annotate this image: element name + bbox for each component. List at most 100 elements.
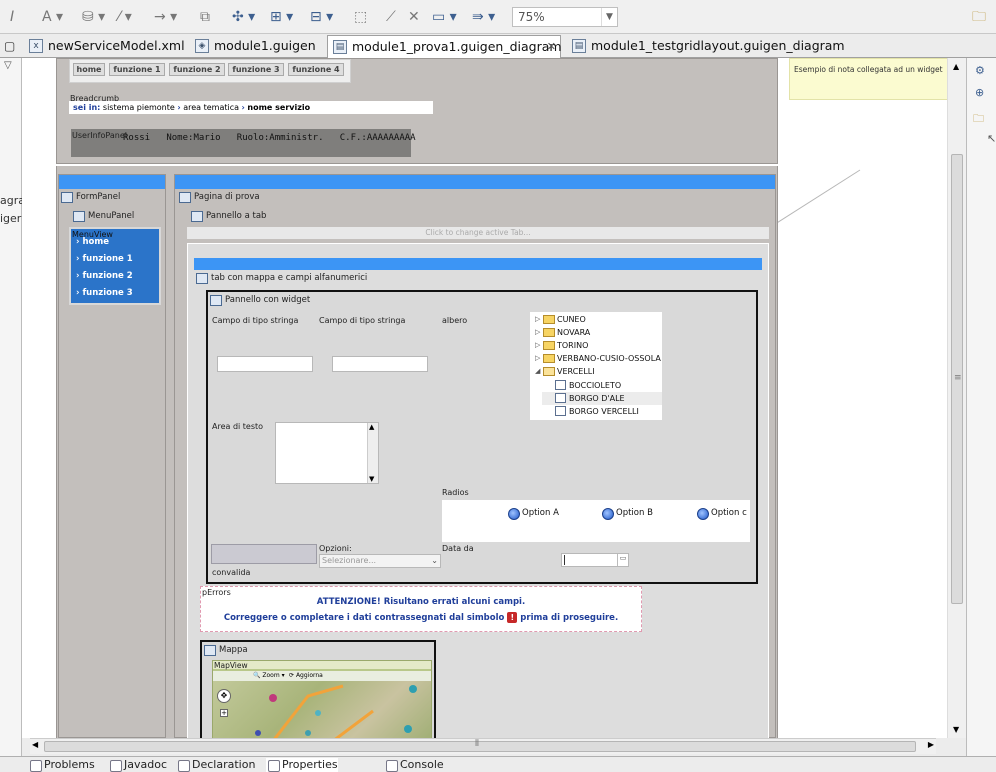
tab-javadoc[interactable]: Javadoc — [108, 758, 167, 772]
line-style-icon[interactable]: → ▾ — [154, 8, 177, 26]
convalida-button[interactable] — [211, 544, 317, 564]
map-panel[interactable]: Mappa MapView 🔍 Zoom ▾ ⟳ Aggiorna ✥ + — [200, 640, 436, 738]
tab-properties[interactable]: Properties — [266, 758, 338, 772]
connector-icon[interactable]: ✕ — [408, 8, 420, 26]
scroll-down-icon[interactable]: ▼ — [953, 725, 959, 734]
note[interactable]: Esempio di nota collegata ad un widget — [789, 58, 949, 100]
textarea-scrollbar[interactable]: ▲ ▼ — [367, 423, 378, 483]
menu-view[interactable]: MenuView › home › funzione 1 › funzione … — [69, 227, 161, 305]
radio-option-c[interactable]: Option c — [697, 507, 747, 520]
font-icon[interactable]: A ▾ — [42, 8, 63, 26]
widget-panel[interactable]: Pannello con widget Campo di tipo string… — [206, 290, 758, 584]
folder-icon[interactable]: 🗀 — [972, 8, 986, 26]
minimize-icon[interactable]: ▢ — [4, 37, 15, 55]
breadcrumb-item[interactable]: area tematica — [183, 103, 239, 112]
breadcrumb-item[interactable]: sistema piemonte — [103, 103, 175, 112]
tab-module1-prova1[interactable]: ▤ module1_prova1.guigen_diagram ✕ — [327, 35, 562, 59]
chevron-down-icon[interactable]: ⌄ — [431, 556, 438, 565]
user-info-panel[interactable]: UserInfoPanel Rossi Nome:Mario Ruolo:Amm… — [71, 129, 416, 157]
scroll-right-icon[interactable]: ▶ — [928, 740, 934, 749]
calendar-icon[interactable]: ▭ — [617, 554, 628, 566]
radio-option-b[interactable]: Option B — [602, 507, 653, 520]
vertical-scrollbar[interactable]: ▲ ≡ ▼ — [947, 58, 966, 738]
scroll-left-icon[interactable]: ◀ — [32, 740, 38, 749]
line-color-icon[interactable]: ⁄ ▾ — [118, 8, 132, 26]
grid-icon[interactable]: ▭ ▾ — [432, 8, 457, 26]
map-view[interactable]: MapView 🔍 Zoom ▾ ⟳ Aggiorna ✥ + — [212, 660, 432, 738]
menu-item-funzione-3[interactable]: › funzione 3 — [76, 286, 133, 300]
nav-funzione-2[interactable]: funzione 2 — [169, 63, 225, 76]
zoom-button[interactable]: 🔍 Zoom ▾ — [253, 671, 285, 681]
zoom-in-icon[interactable]: + — [220, 709, 228, 717]
expand-icon[interactable]: ▷ — [535, 352, 540, 365]
tree-leaf[interactable]: BORGO VERCELLI — [542, 405, 662, 418]
grip-icon: ≡ — [954, 373, 962, 383]
tab-newservicemodel[interactable]: x newServiceModel.xml — [24, 35, 190, 58]
italic-icon[interactable]: I — [10, 8, 14, 26]
textarea[interactable]: ▲ ▼ — [275, 422, 379, 484]
collapse-icon[interactable]: ◢ — [535, 365, 540, 378]
select-icon[interactable]: ⇛ ▾ — [472, 8, 495, 26]
scroll-up-icon[interactable]: ▲ — [369, 423, 374, 431]
tab-switcher[interactable]: Click to change active Tab... — [187, 227, 769, 239]
scroll-up-icon[interactable]: ▲ — [953, 62, 959, 71]
tree-node[interactable]: ◢ VERCELLI — [530, 365, 662, 378]
diagram-canvas[interactable]: home funzione 1 funzione 2 funzione 3 fu… — [22, 58, 966, 738]
close-icon[interactable]: ✕ — [547, 36, 556, 57]
scroll-thumb[interactable]: ⦀ — [44, 739, 916, 752]
align-icon[interactable]: ⊞ ▾ — [270, 8, 293, 26]
scroll-down-icon[interactable]: ▼ — [369, 475, 374, 483]
tree-node[interactable]: ▷ TORINO — [530, 339, 662, 352]
breadcrumb[interactable]: sei in: sistema piemonte › area tematica… — [69, 101, 433, 114]
campo2-input[interactable] — [332, 356, 428, 372]
horizontal-scrollbar[interactable]: ◀ ⦀ ▶ — [30, 738, 936, 754]
tab-console[interactable]: Console — [384, 758, 444, 772]
tree-node[interactable]: ▷ CUNEO — [530, 313, 662, 326]
fill-color-icon[interactable]: ⛁ ▾ — [82, 8, 105, 26]
zoom-in-icon[interactable]: ⊕ — [975, 86, 984, 99]
page-panel[interactable]: Pagina di prova Pannello a tab Click to … — [174, 174, 776, 738]
opzioni-select[interactable]: Selezionare... ⌄ — [319, 554, 441, 568]
folder-icon[interactable]: 🗀 — [973, 110, 984, 129]
tab-declaration[interactable]: Declaration — [176, 758, 255, 772]
header-panel[interactable]: home funzione 1 funzione 2 funzione 3 fu… — [56, 58, 778, 164]
tree-node[interactable]: ▷ NOVARA — [530, 326, 662, 339]
tree-node[interactable]: ▷ VERBANO-CUSIO-OSSOLA — [530, 352, 662, 365]
map-toolbar[interactable]: 🔍 Zoom ▾ ⟳ Aggiorna — [213, 671, 431, 681]
folder-icon — [543, 328, 555, 337]
chevron-down-icon[interactable]: ▼ — [601, 8, 617, 26]
zoom-combo[interactable]: 75% ▼ — [512, 7, 618, 27]
route-icon[interactable]: ⟋ — [386, 8, 396, 26]
expand-icon[interactable]: ▷ — [535, 326, 540, 339]
menu-item-funzione-1[interactable]: › funzione 1 — [76, 252, 133, 266]
radio-option-a[interactable]: Option A — [508, 507, 559, 520]
size-icon[interactable]: ⬚ — [354, 8, 367, 26]
layout-icon[interactable]: ⊟ ▾ — [310, 8, 333, 26]
arrange-all-icon[interactable]: ✣ ▾ — [232, 8, 255, 26]
pan-control-icon[interactable]: ✥ — [217, 689, 231, 703]
nav-home[interactable]: home — [73, 63, 105, 76]
tree-leaf[interactable]: BORGO D'ALE — [542, 392, 662, 405]
palette-icon[interactable]: ⚙ — [975, 64, 985, 77]
nav-bar[interactable]: home funzione 1 funzione 2 funzione 3 fu… — [69, 59, 351, 83]
nav-funzione-3[interactable]: funzione 3 — [228, 63, 284, 76]
refresh-button[interactable]: ⟳ Aggiorna — [289, 671, 323, 681]
tab-module1-testgridlayout[interactable]: ▤ module1_testgridlayout.guigen_diagram — [567, 35, 845, 58]
expand-icon[interactable]: ▷ — [535, 313, 540, 326]
tab-problems[interactable]: Problems — [28, 758, 95, 772]
menu-item-home[interactable]: › home — [76, 235, 109, 249]
chevron-down-icon[interactable]: ▽ — [4, 60, 12, 71]
menu-item-funzione-2[interactable]: › funzione 2 — [76, 269, 133, 283]
date-input[interactable]: ▭ — [561, 553, 629, 567]
expand-icon[interactable]: ▷ — [535, 339, 540, 352]
tab-module1-guigen[interactable]: ◈ module1.guigen — [190, 35, 324, 58]
guigen-file-icon: ◈ — [195, 39, 209, 53]
form-panel[interactable]: FormPanel MenuPanel MenuView › home › fu… — [58, 174, 166, 738]
nav-funzione-4[interactable]: funzione 4 — [288, 63, 344, 76]
nav-funzione-1[interactable]: funzione 1 — [109, 63, 165, 76]
scroll-thumb[interactable]: ≡ — [951, 154, 963, 604]
campo1-input[interactable] — [217, 356, 313, 372]
copy-format-icon[interactable]: ⧉ — [200, 8, 210, 26]
tree-view[interactable]: ▷ CUNEO ▷ NOVARA ▷ TORINO ▷ VERBANO-CUSIO-OS… — [530, 312, 662, 420]
tree-leaf[interactable]: BOCCIOLETO — [542, 379, 662, 392]
